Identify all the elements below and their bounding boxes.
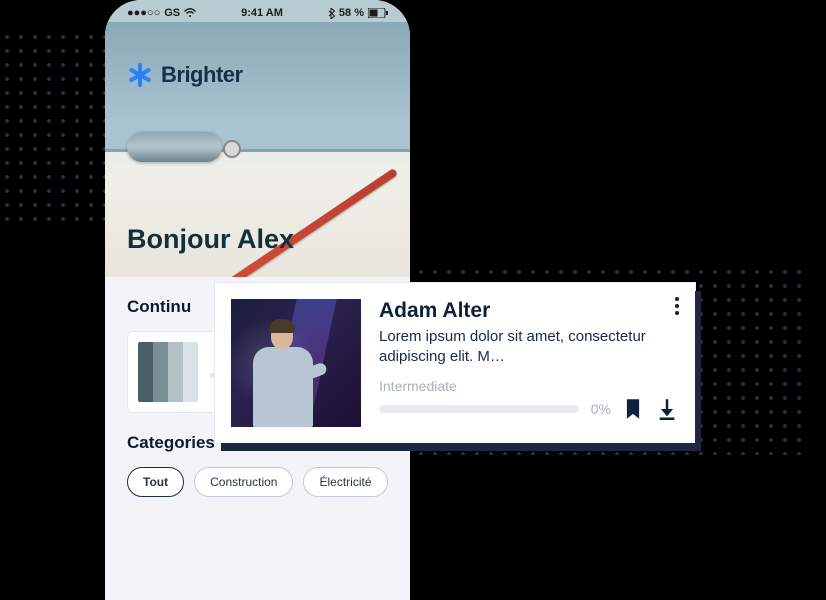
course-title: Adam Alter [379, 299, 677, 323]
download-icon[interactable] [657, 398, 677, 420]
status-time: 9:41 AM [241, 7, 283, 19]
brand-name: Brighter [161, 62, 243, 88]
course-progress-pct: 0% [591, 401, 611, 417]
battery-icon [368, 8, 388, 18]
course-level: Intermediate [379, 378, 677, 394]
category-chips: Tout Construction Électricité Extérieu [127, 467, 388, 497]
bluetooth-icon [328, 8, 335, 19]
chip-electricite[interactable]: Électricité [303, 467, 387, 497]
paint-roller-handle [228, 168, 398, 277]
brand: Brighter [127, 62, 243, 88]
status-left: ●●●○○ GS [127, 7, 196, 19]
hero-banner: Brighter Bonjour Alex [105, 22, 410, 277]
wifi-icon [184, 8, 196, 18]
status-bar: ●●●○○ GS 9:41 AM 58 % [105, 0, 410, 22]
status-right: 58 % [328, 7, 388, 19]
battery-pct-label: 58 % [339, 7, 364, 19]
paint-roller-joint [223, 140, 241, 158]
asterisk-icon [127, 62, 153, 88]
course-card-body: Adam Alter Lorem ipsum dolor sit amet, c… [379, 299, 677, 427]
course-card[interactable]: Adam Alter Lorem ipsum dolor sit amet, c… [215, 283, 695, 443]
course-description: Lorem ipsum dolor sit amet, consectetur … [379, 327, 677, 368]
continue-card-thumb [138, 342, 198, 402]
paint-roller-head [127, 132, 222, 162]
speaker-figure [243, 319, 323, 427]
bookmark-icon[interactable] [623, 398, 643, 420]
course-progress-row: 0% [379, 398, 677, 420]
chip-tout[interactable]: Tout [127, 467, 184, 497]
course-card-thumb [231, 299, 361, 427]
carrier-label: GS [164, 7, 180, 19]
chip-construction[interactable]: Construction [194, 467, 293, 497]
course-progress-bar [379, 405, 579, 413]
more-options-icon[interactable] [675, 297, 679, 315]
signal-dots-icon: ●●●○○ [127, 7, 160, 19]
greeting-text: Bonjour Alex [127, 224, 294, 255]
